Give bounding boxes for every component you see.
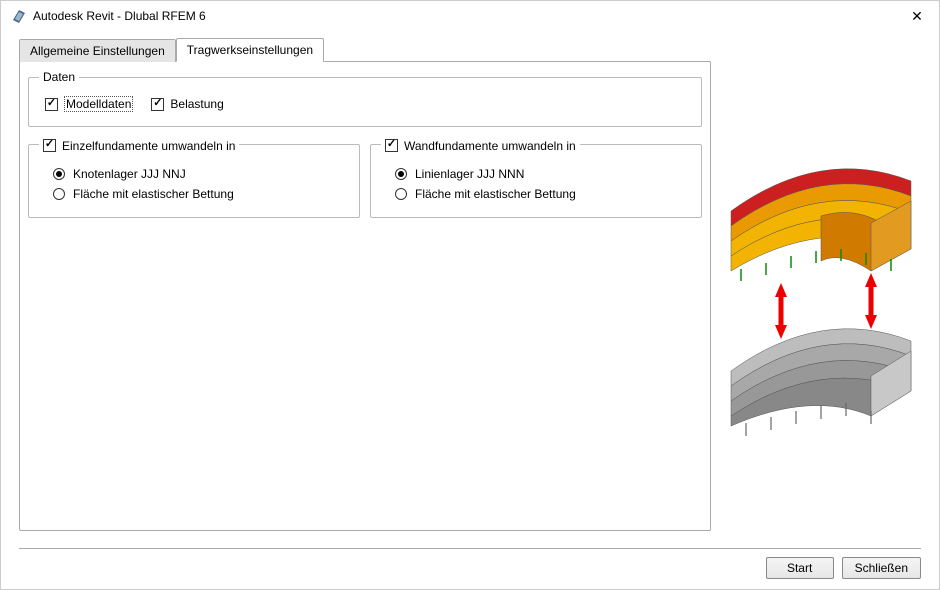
building-illustration	[721, 141, 921, 441]
checkbox-modelldaten-label: Modelldaten	[64, 96, 133, 112]
checkbox-wand-label: Wandfundamente umwandeln in	[404, 139, 576, 153]
radio-einzel-flaeche-label: Fläche mit elastischer Bettung	[73, 187, 234, 201]
radio-icon	[53, 168, 65, 180]
titlebar: Autodesk Revit - Dlubal RFEM 6 ✕	[1, 1, 939, 29]
group-einzel-legend: Einzelfundamente umwandeln in	[39, 137, 239, 153]
group-daten-legend: Daten	[39, 70, 79, 84]
tab-allgemeine[interactable]: Allgemeine Einstellungen	[19, 39, 176, 62]
check-icon	[385, 139, 398, 152]
check-icon	[45, 98, 58, 111]
radio-icon	[53, 188, 65, 200]
check-icon	[43, 139, 56, 152]
radio-icon	[395, 188, 407, 200]
preview-panel	[721, 61, 921, 542]
settings-panel: Daten Modelldaten Belastung	[19, 61, 711, 531]
radio-knotenlager-label: Knotenlager JJJ NNJ	[73, 167, 186, 181]
check-icon	[151, 98, 164, 111]
app-icon	[11, 8, 27, 24]
radio-icon	[395, 168, 407, 180]
checkbox-einzel[interactable]: Einzelfundamente umwandeln in	[43, 139, 235, 153]
radio-wand-flaeche[interactable]: Fläche mit elastischer Bettung	[395, 187, 576, 201]
group-wand-legend: Wandfundamente umwandeln in	[381, 137, 580, 153]
close-button[interactable]: Schließen	[842, 557, 921, 579]
group-wandfundamente: Wandfundamente umwandeln in Linienlager …	[370, 137, 702, 218]
group-daten: Daten Modelldaten Belastung	[28, 70, 702, 127]
radio-linienlager-label: Linienlager JJJ NNN	[415, 167, 524, 181]
content-area: Allgemeine Einstellungen Tragwerkseinste…	[1, 29, 939, 542]
radio-knotenlager[interactable]: Knotenlager JJJ NNJ	[53, 167, 186, 181]
checkbox-einzel-label: Einzelfundamente umwandeln in	[62, 139, 235, 153]
start-button[interactable]: Start	[766, 557, 834, 579]
dialog-window: Autodesk Revit - Dlubal RFEM 6 ✕ Allgeme…	[0, 0, 940, 590]
group-einzelfundamente: Einzelfundamente umwandeln in Knotenlage…	[28, 137, 360, 218]
close-icon[interactable]: ✕	[905, 8, 929, 25]
radio-einzel-flaeche[interactable]: Fläche mit elastischer Bettung	[53, 187, 234, 201]
dialog-footer: Start Schließen	[19, 548, 921, 589]
tab-tragwerk[interactable]: Tragwerkseinstellungen	[176, 38, 324, 62]
checkbox-belastung[interactable]: Belastung	[151, 97, 223, 111]
tab-row: Allgemeine Einstellungen Tragwerkseinste…	[19, 37, 921, 61]
window-title: Autodesk Revit - Dlubal RFEM 6	[33, 9, 905, 23]
checkbox-wand[interactable]: Wandfundamente umwandeln in	[385, 139, 576, 153]
checkbox-modelldaten[interactable]: Modelldaten	[45, 96, 133, 112]
columns: Daten Modelldaten Belastung	[19, 61, 921, 542]
checkbox-belastung-label: Belastung	[170, 97, 223, 111]
radio-linienlager[interactable]: Linienlager JJJ NNN	[395, 167, 524, 181]
radio-wand-flaeche-label: Fläche mit elastischer Bettung	[415, 187, 576, 201]
